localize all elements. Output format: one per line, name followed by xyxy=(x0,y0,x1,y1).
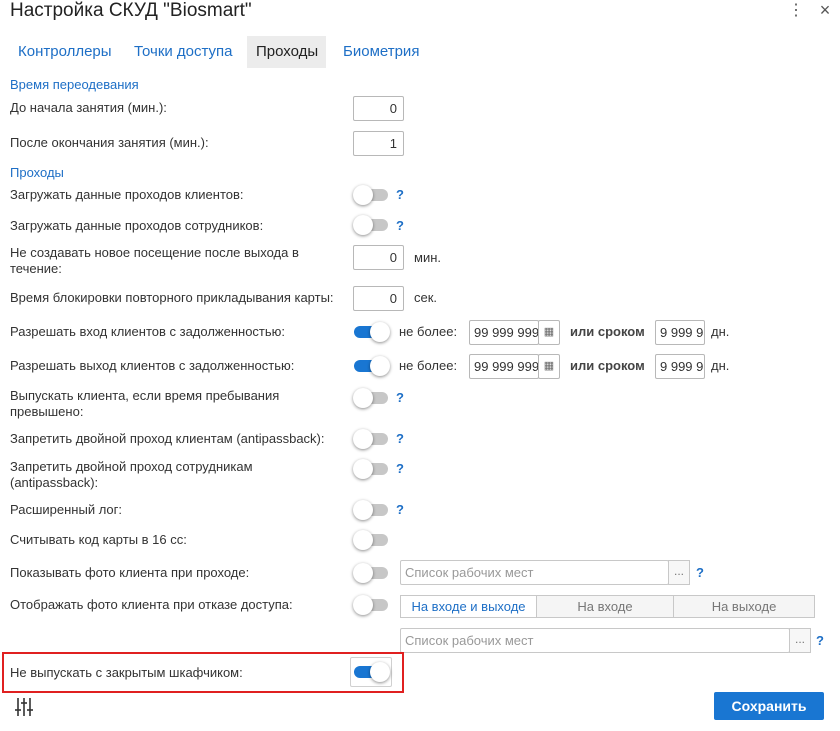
tab-access-points[interactable]: Точки доступа xyxy=(125,36,242,68)
calendar-icon[interactable]: ▦ xyxy=(538,320,560,345)
before-class-label: До начала занятия (мин.): xyxy=(10,100,167,115)
or-term-label: или сроком xyxy=(570,358,645,373)
help-icon[interactable]: ? xyxy=(396,218,404,233)
exit-debt-amount-input[interactable]: 99 999 999 xyxy=(469,354,539,379)
block-repeat-label: Время блокировки повторного прикладывани… xyxy=(10,290,334,305)
load-staff-toggle[interactable] xyxy=(353,215,390,235)
seg-entry-and-exit[interactable]: На входе и выходе xyxy=(400,595,537,618)
entry-debt-days-input[interactable]: 9 999 9 xyxy=(655,320,705,345)
days-unit: дн. xyxy=(711,324,730,339)
extended-log-toggle[interactable] xyxy=(353,500,390,520)
tab-biometry[interactable]: Биометрия xyxy=(334,36,428,68)
help-icon[interactable]: ? xyxy=(396,431,404,446)
allow-entry-debt-toggle[interactable] xyxy=(354,322,390,342)
tab-passes[interactable]: Проходы xyxy=(247,36,326,68)
more-menu-icon[interactable]: ⋮ xyxy=(788,2,804,20)
after-class-label: После окончания занятия (мин.): xyxy=(10,135,209,150)
ellipsis-button[interactable]: ... xyxy=(668,560,690,585)
help-icon[interactable]: ? xyxy=(396,461,404,476)
no-new-visit-input[interactable]: 0 xyxy=(353,245,404,270)
save-button[interactable]: Сохранить xyxy=(714,692,824,720)
allow-exit-debt-toggle[interactable] xyxy=(354,356,390,376)
help-icon[interactable]: ? xyxy=(816,633,824,648)
show-photo-toggle[interactable] xyxy=(353,563,390,583)
block-repeat-unit: сек. xyxy=(414,290,438,305)
release-overtime-toggle[interactable] xyxy=(353,388,390,408)
workplaces-select-2[interactable]: Список рабочих мест xyxy=(400,628,790,653)
window-title: Настройка СКУД "Biosmart" xyxy=(10,0,252,21)
release-overtime-label: Выпускать клиента, если время пребывания… xyxy=(10,388,280,419)
hex-code-toggle[interactable] xyxy=(353,530,390,550)
show-photo-label: Показывать фото клиента при проходе: xyxy=(10,565,250,580)
load-clients-label: Загружать данные проходов клиентов: xyxy=(10,187,244,202)
workplaces-select[interactable]: Список рабочих мест xyxy=(400,560,669,585)
no-new-visit-unit: мин. xyxy=(414,250,441,265)
after-class-input[interactable]: 1 xyxy=(353,131,404,156)
allow-exit-debt-label: Разрешать выход клиентов с задолженность… xyxy=(10,358,295,373)
exit-debt-days-input[interactable]: 9 999 9 xyxy=(655,354,705,379)
no-new-visit-label: Не создавать новое посещение после выход… xyxy=(10,245,299,276)
or-term-label: или сроком xyxy=(570,324,645,339)
tab-controllers[interactable]: Контроллеры xyxy=(9,36,121,68)
antipassback-clients-label: Запретить двойной проход клиентам (antip… xyxy=(10,431,325,446)
section-changing-time: Время переодевания xyxy=(10,77,139,92)
show-photo-denied-toggle[interactable] xyxy=(353,595,390,615)
seg-entry[interactable]: На входе xyxy=(536,595,674,618)
show-photo-denied-label: Отображать фото клиента при отказе досту… xyxy=(10,597,293,612)
entry-debt-amount-input[interactable]: 99 999 999 xyxy=(469,320,539,345)
antipassback-staff-label: Запретить двойной проход сотрудникам (an… xyxy=(10,459,253,490)
help-icon[interactable]: ? xyxy=(696,565,704,580)
calendar-icon[interactable]: ▦ xyxy=(538,354,560,379)
no-more-label: не более: xyxy=(399,358,458,373)
days-unit: дн. xyxy=(711,358,730,373)
help-icon[interactable]: ? xyxy=(396,187,404,202)
ellipsis-button[interactable]: ... xyxy=(789,628,811,653)
extended-log-label: Расширенный лог: xyxy=(10,502,123,517)
no-more-label: не более: xyxy=(399,324,458,339)
sliders-icon[interactable] xyxy=(14,697,34,717)
help-icon[interactable]: ? xyxy=(396,502,404,517)
hex-code-label: Считывать код карты в 16 сс: xyxy=(10,532,187,547)
help-icon[interactable]: ? xyxy=(396,390,404,405)
locked-locker-label: Не выпускать с закрытым шкафчиком: xyxy=(10,665,243,680)
before-class-input[interactable]: 0 xyxy=(353,96,404,121)
section-passes: Проходы xyxy=(10,165,64,180)
allow-entry-debt-label: Разрешать вход клиентов с задолженностью… xyxy=(10,324,286,339)
antipassback-clients-toggle[interactable] xyxy=(353,429,390,449)
load-staff-label: Загружать данные проходов сотрудников: xyxy=(10,218,264,233)
close-icon[interactable]: × xyxy=(815,0,835,20)
seg-exit[interactable]: На выходе xyxy=(673,595,815,618)
antipassback-staff-toggle[interactable] xyxy=(353,459,390,479)
locked-locker-toggle[interactable] xyxy=(354,662,390,682)
block-repeat-input[interactable]: 0 xyxy=(353,286,404,311)
load-clients-toggle[interactable] xyxy=(353,185,390,205)
